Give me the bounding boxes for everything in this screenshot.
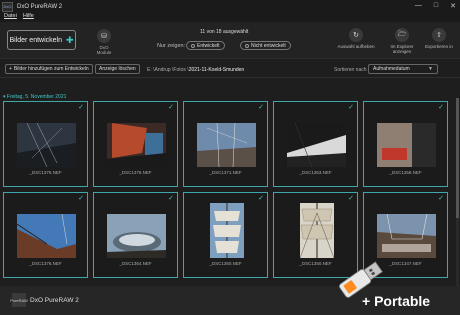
checkmark-icon[interactable]: ✓: [168, 194, 174, 202]
clear-display-label: Anzeige löschen: [99, 66, 136, 72]
date-group-label: Freitag, 5. November 2021: [6, 94, 67, 100]
thumbnail-filename: _DSC1363.NEF: [299, 170, 332, 175]
deselect-button[interactable]: ↻ Auswahl aufheben: [336, 28, 376, 49]
path-prefix: E: \Andrup \Fotos \: [147, 67, 189, 73]
scrollbar-thumb[interactable]: [456, 98, 459, 218]
minimize-icon[interactable]: —: [415, 2, 422, 10]
thumbnail-card[interactable]: ✓ _DSC1363.NEF: [273, 101, 358, 187]
photo-preview: [377, 214, 436, 258]
photo-preview: [17, 214, 76, 258]
filter-not-developed-label: Nicht entwickelt: [251, 42, 286, 49]
photo-preview: [287, 123, 346, 167]
add-images-label: Bilder hinzufügen zum Entwickeln: [13, 66, 89, 72]
checkmark-icon[interactable]: ✓: [258, 194, 264, 202]
window-title: DxO PureRAW 2: [17, 3, 63, 10]
checkmark-icon[interactable]: ✓: [168, 103, 174, 111]
filter-developed-toggle[interactable]: Entwickelt: [186, 41, 225, 50]
sort-dropdown[interactable]: Aufnahmedatum ▼: [368, 64, 438, 74]
show-in-explorer-button[interactable]: 🗁 Im Explorer anzeigen: [382, 28, 422, 54]
grid-scrollbar[interactable]: [456, 98, 459, 286]
module-label: DxO Module: [96, 45, 112, 55]
deselect-label: Auswahl aufheben: [337, 44, 375, 49]
menu-file[interactable]: Datei: [4, 13, 17, 22]
plus-icon: +: [9, 66, 12, 72]
photo-preview: [17, 123, 76, 167]
photo-preview: [377, 123, 436, 167]
thumbnail-filename: _DSC1364.NEF: [119, 261, 152, 266]
thumbnail-filename: _DSC1375.NEF: [29, 170, 62, 175]
app-logo-icon: DxO: [2, 1, 13, 12]
filter-not-developed-toggle[interactable]: Nicht entwickelt: [240, 41, 291, 50]
export-label: Exportieren in: [425, 44, 453, 49]
module-icon: ⛁: [97, 29, 111, 43]
dxo-module-button[interactable]: ⛁ DxO Module: [93, 29, 115, 55]
maximize-icon[interactable]: □: [434, 2, 438, 10]
close-icon[interactable]: ✕: [450, 2, 456, 10]
title-bar: DxO DxO PureRAW 2 — □ ✕: [0, 0, 460, 13]
portable-label: + Portable: [362, 293, 431, 309]
folder-path: E: \Andrup \Fotos \2021-11-Koeld-Smunden: [147, 67, 244, 73]
pureraw-logo-icon: PureRAW: [10, 293, 28, 307]
path-folder: 2021-11-Koeld-Smunden: [188, 67, 245, 73]
thumbnail-filename: _DSC1376.NEF: [119, 170, 152, 175]
export-button[interactable]: ⇧ Exportieren in: [419, 28, 459, 49]
thumbnail-filename: _DSC1358.NEF: [389, 170, 422, 175]
clear-display-button[interactable]: Anzeige löschen: [95, 64, 140, 74]
menu-help[interactable]: Hilfe: [23, 13, 34, 22]
thumbnail-card[interactable]: ✓ _DSC1360.NEF: [183, 192, 268, 278]
checkmark-icon[interactable]: ✓: [438, 194, 444, 202]
checkmark-icon[interactable]: ✓: [438, 103, 444, 111]
photo-preview: [300, 203, 334, 258]
photo-preview: [107, 123, 166, 167]
filter-label: Nur zeigen:: [157, 43, 186, 49]
develop-images-button[interactable]: Bilder entwickeln ✚: [7, 30, 76, 50]
deselect-icon: ↻: [349, 28, 363, 42]
folder-icon: 🗁: [395, 28, 409, 42]
thumbnail-filename: _DSC1371.NEF: [209, 170, 242, 175]
chevron-down-icon: ▾: [3, 94, 6, 100]
thumbnail-card[interactable]: ✓ _DSC1375.NEF: [3, 101, 88, 187]
checkmark-icon[interactable]: ✓: [348, 194, 354, 202]
thumbnail-card[interactable]: ✓ _DSC1358.NEF: [363, 101, 448, 187]
export-icon: ⇧: [432, 28, 446, 42]
sort-label: Sortieren nach: [334, 67, 367, 73]
sort-value: Aufnahmedatum: [373, 66, 410, 72]
checkmark-icon[interactable]: ✓: [78, 103, 84, 111]
plus-icon: ✚: [65, 34, 74, 45]
date-group-header[interactable]: ▾ Freitag, 5. November 2021: [3, 94, 66, 100]
menu-bar: Datei Hilfe: [0, 13, 460, 22]
radio-icon: [191, 43, 195, 48]
chevron-down-icon: ▼: [428, 66, 433, 72]
thumbnail-card[interactable]: ✓ _DSC1376.NEF: [93, 101, 178, 187]
selection-count: 11 von 18 ausgewählt: [200, 29, 249, 35]
photo-preview: [107, 214, 166, 258]
thumbnail-filename: _DSC1360.NEF: [209, 261, 242, 266]
thumbnail-card[interactable]: ✓ _DSC1364.NEF: [93, 192, 178, 278]
filter-developed-label: Entwickelt: [197, 42, 220, 49]
checkmark-icon[interactable]: ✓: [348, 103, 354, 111]
sub-toolbar: + Bilder hinzufügen zum Entwickeln Anzei…: [0, 58, 460, 78]
product-name: DxO PureRAW 2: [30, 297, 79, 304]
thumbnail-filename: _DSC1376.NEF: [29, 261, 62, 266]
checkmark-icon[interactable]: ✓: [258, 103, 264, 111]
thumbnail-card[interactable]: ✓ _DSC1376.NEF: [3, 192, 88, 278]
show-in-explorer-label: Im Explorer anzeigen: [390, 44, 414, 54]
photo-preview: [210, 203, 244, 258]
radio-icon: [245, 43, 249, 48]
toolbar: Bilder entwickeln ✚ ⛁ DxO Module 11 von …: [0, 22, 460, 58]
add-images-button[interactable]: + Bilder hinzufügen zum Entwickeln: [5, 64, 93, 74]
checkmark-icon[interactable]: ✓: [78, 194, 84, 202]
thumbnail-card[interactable]: ✓ _DSC1371.NEF: [183, 101, 268, 187]
develop-label: Bilder entwickeln: [9, 36, 62, 44]
photo-preview: [197, 123, 256, 167]
